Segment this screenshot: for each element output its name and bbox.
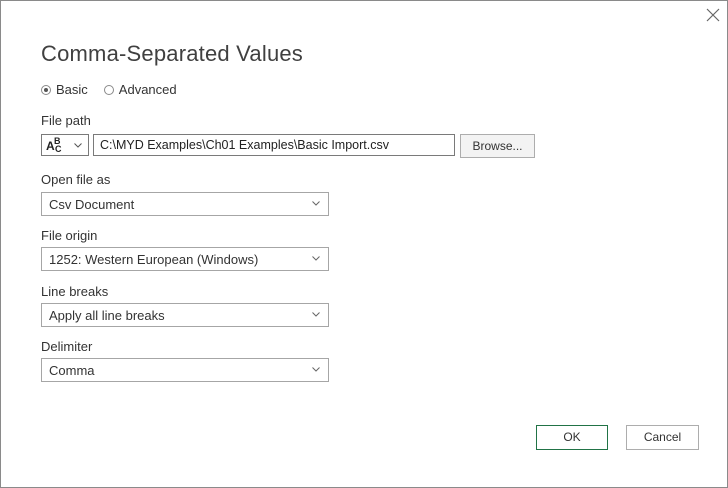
file-origin-select[interactable]: 1252: Western European (Windows): [41, 247, 329, 271]
abc-text-type-icon: ABC: [46, 136, 62, 154]
radio-advanced[interactable]: Advanced: [103, 82, 177, 97]
browse-button[interactable]: Browse...: [460, 134, 535, 158]
open-file-as-label: Open file as: [41, 172, 111, 187]
dialog-title: Comma-Separated Values: [41, 41, 304, 66]
chevron-down-icon: [312, 256, 320, 261]
ok-button[interactable]: OK: [536, 425, 608, 450]
close-button[interactable]: [705, 7, 721, 23]
radio-basic-label: Basic: [56, 82, 88, 97]
chevron-down-icon: [312, 367, 320, 372]
line-breaks-value: Apply all line breaks: [49, 308, 165, 323]
file-origin-label: File origin: [41, 228, 98, 243]
radio-advanced-indicator[interactable]: [103, 84, 114, 95]
delimiter-label: Delimiter: [41, 339, 93, 354]
radio-basic-indicator[interactable]: [41, 84, 51, 95]
delimiter-value: Comma: [49, 363, 95, 378]
open-file-as-value: Csv Document: [49, 197, 135, 212]
line-breaks-select[interactable]: Apply all line breaks: [41, 303, 329, 327]
open-file-as-select[interactable]: Csv Document: [41, 192, 329, 216]
line-breaks-label: Line breaks: [41, 284, 109, 299]
chevron-down-icon: [74, 142, 82, 148]
csv-import-dialog: Comma-Separated Values Basic Advanced Fi…: [0, 0, 728, 488]
cancel-button[interactable]: Cancel: [626, 425, 699, 450]
file-origin-value: 1252: Western European (Windows): [49, 252, 259, 267]
radio-basic[interactable]: Basic: [41, 82, 88, 97]
radio-advanced-label: Advanced: [118, 82, 177, 97]
data-type-dropdown[interactable]: ABC: [41, 134, 89, 156]
close-icon: [706, 8, 720, 22]
file-path-input[interactable]: [93, 134, 455, 156]
delimiter-select[interactable]: Comma: [41, 358, 329, 382]
file-path-label: File path: [41, 113, 91, 128]
mode-radio-group: Basic Advanced: [41, 82, 193, 97]
chevron-down-icon: [312, 312, 320, 317]
chevron-down-icon: [312, 201, 320, 206]
